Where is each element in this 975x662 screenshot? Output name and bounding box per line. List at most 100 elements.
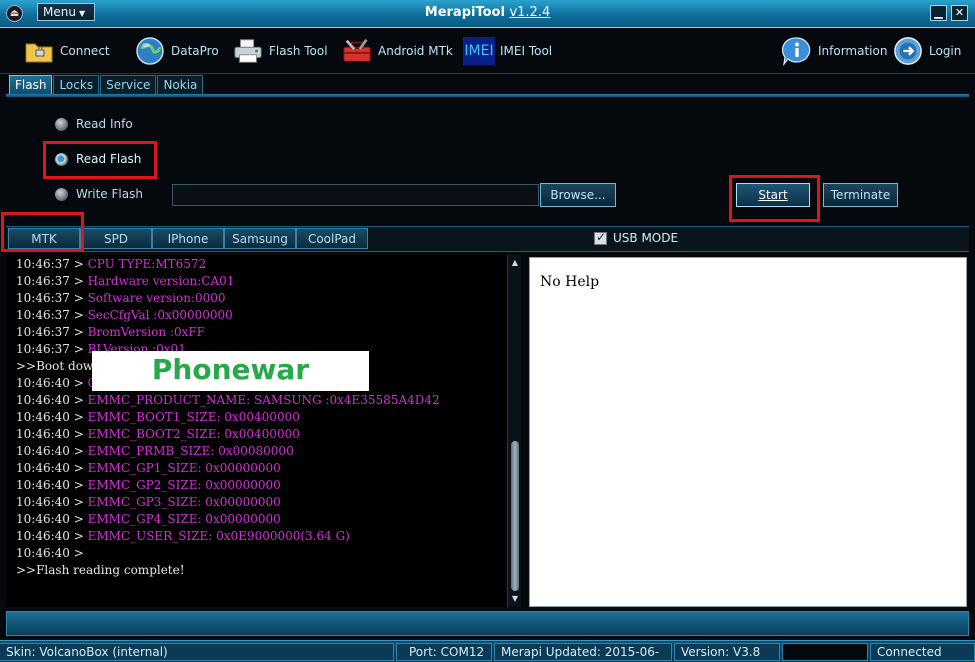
title-version[interactable]: v1.2.4 xyxy=(509,5,550,20)
status-skin: Skin: VolcanoBox (internal) xyxy=(0,643,394,661)
tab-flash[interactable]: Flash xyxy=(9,75,53,96)
platform-tab-spd[interactable]: SPD xyxy=(80,228,152,249)
scroll-up-icon[interactable]: ▲ xyxy=(508,257,522,269)
log-message: EMMC_GP4_SIZE: 0x00000000 xyxy=(87,512,281,526)
log-message: EMMC_GP3_SIZE: 0x00000000 xyxy=(87,495,281,509)
log-line: 10:46:37 > BromVersion :0xFF xyxy=(16,324,508,341)
mtk-highlight xyxy=(1,212,84,252)
log-line: 10:46:37 > CPU TYPE:MT6572 xyxy=(16,256,508,273)
usb-mode-label: USB MODE xyxy=(613,231,679,245)
terminate-button[interactable]: Terminate xyxy=(823,183,898,207)
information-button[interactable]: Information xyxy=(782,36,887,66)
status-bar: Skin: VolcanoBox (internal) Port: COM12 … xyxy=(0,640,975,662)
log-line: 10:46:40 > xyxy=(16,545,508,562)
imei-icon: IMEI xyxy=(463,37,495,65)
log-message: SecCfgVal :0x00000000 xyxy=(87,308,233,322)
log-timestamp: 10:46:40 > xyxy=(16,410,88,424)
status-updated: Merapi Updated: 2015-06-15 xyxy=(494,643,672,662)
usb-mode-checkbox[interactable]: USB MODE xyxy=(594,230,679,245)
status-port: Port: COM12 xyxy=(396,643,492,661)
title-bar: ⏏ Menu ▼ MerapiTool v1.2.4 ▁ ✕ xyxy=(0,0,975,28)
log-timestamp: 10:46:40 > xyxy=(16,478,88,492)
login-button[interactable]: Login xyxy=(893,36,961,66)
main-tab-bar: Flash Locks Service Nokia xyxy=(9,75,204,96)
connect-button[interactable]: Connect xyxy=(24,36,110,66)
tab-locks[interactable]: Locks xyxy=(53,75,100,95)
watermark-overlay: Phonewar xyxy=(92,351,369,391)
status-connection: Connected xyxy=(870,643,975,661)
browse-button[interactable]: Browse... xyxy=(540,183,616,207)
log-timestamp: 10:46:40 > xyxy=(16,393,88,407)
login-globe-icon xyxy=(893,37,923,65)
log-line: 10:46:37 > Software version:0000 xyxy=(16,290,508,307)
write-flash-label: Write Flash xyxy=(76,187,143,201)
tab-service[interactable]: Service xyxy=(100,75,157,95)
log-timestamp: 10:46:40 > xyxy=(16,529,88,543)
log-timestamp: 10:46:40 > xyxy=(16,461,88,475)
log-line: 10:46:40 > EMMC_PRMB_SIZE: 0x00080000 xyxy=(16,443,508,460)
write-flash-option[interactable]: Write Flash xyxy=(55,187,143,201)
log-timestamp: 10:46:37 > xyxy=(16,274,88,288)
log-timestamp: 10:46:40 > xyxy=(16,376,88,390)
datapro-label: DataPro xyxy=(171,44,219,58)
progress-strip xyxy=(6,611,969,636)
info-bubble-icon xyxy=(782,37,812,66)
log-message: EMMC_GP2_SIZE: 0x00000000 xyxy=(87,478,281,492)
log-line: 10:46:40 > EMMC_USER_SIZE: 0x0E9000000(3… xyxy=(16,528,508,545)
flash-tool-label: Flash Tool xyxy=(269,44,328,58)
log-timestamp: 10:46:37 > xyxy=(16,325,88,339)
log-timestamp: 10:46:37 > xyxy=(16,308,88,322)
scroll-down-icon[interactable]: ▼ xyxy=(508,593,522,605)
log-timestamp: 10:46:37 > xyxy=(16,342,88,356)
platform-tab-samsung[interactable]: Samsung xyxy=(224,228,296,249)
read-info-option[interactable]: Read Info xyxy=(55,117,133,131)
status-version: Version: V3.8 xyxy=(674,643,780,661)
main-toolbar: Connect DataPro Flash Tool Android MTk I… xyxy=(0,28,975,74)
printer-icon xyxy=(233,37,263,65)
close-button[interactable]: ✕ xyxy=(951,5,968,21)
log-message: EMMC_PRMB_SIZE: 0x00080000 xyxy=(87,444,294,458)
log-line: 10:46:40 > EMMC_GP2_SIZE: 0x00000000 xyxy=(16,477,508,494)
radio-write-flash[interactable] xyxy=(55,187,68,201)
status-spacer xyxy=(782,643,868,661)
toolbox-icon xyxy=(342,37,372,65)
log-line: 10:46:37 > SecCfgVal :0x00000000 xyxy=(16,307,508,324)
tab-nokia[interactable]: Nokia xyxy=(157,75,204,95)
log-line: >>Flash reading complete! xyxy=(16,562,508,579)
log-message: EMMC_GP1_SIZE: 0x00000000 xyxy=(87,461,281,475)
android-mtk-button[interactable]: Android MTk xyxy=(342,36,453,66)
log-line: 10:46:37 > Hardware version:CA01 xyxy=(16,273,508,290)
datapro-button[interactable]: DataPro xyxy=(135,36,219,66)
connect-label: Connect xyxy=(60,44,110,58)
log-timestamp: >>Flash reading complete! xyxy=(16,563,185,577)
log-line: 10:46:40 > EMMC_GP4_SIZE: 0x00000000 xyxy=(16,511,508,528)
read-info-label: Read Info xyxy=(76,117,133,131)
log-message: EMMC_USER_SIZE: 0x0E9000000(3.64 G) xyxy=(87,529,350,543)
log-timestamp: 10:46:40 > xyxy=(16,512,88,526)
log-message: CPU TYPE:MT6572 xyxy=(87,257,207,271)
log-line: 10:46:40 > EMMC_PRODUCT_NAME: SAMSUNG :0… xyxy=(16,392,508,409)
platform-tab-coolpad[interactable]: CoolPad xyxy=(296,228,368,249)
flash-file-path-input[interactable] xyxy=(172,184,539,206)
window-title: MerapiTool v1.2.4 xyxy=(0,5,975,20)
log-timestamp: 10:46:40 > xyxy=(16,444,88,458)
minimize-button[interactable]: ▁ xyxy=(930,5,947,21)
radio-read-info[interactable] xyxy=(55,117,68,131)
imei-tool-button[interactable]: IMEI IMEI Tool xyxy=(463,36,552,66)
log-message: EMMC_PRODUCT_NAME: SAMSUNG :0x4E35585A4D… xyxy=(87,393,440,407)
log-scrollbar[interactable]: ▲ ▼ xyxy=(507,255,521,607)
log-line: 10:46:40 > EMMC_GP3_SIZE: 0x00000000 xyxy=(16,494,508,511)
flash-tool-button[interactable]: Flash Tool xyxy=(233,36,328,66)
imei-tool-label: IMEI Tool xyxy=(500,44,553,58)
usb-mode-check[interactable] xyxy=(594,230,607,245)
help-panel: No Help xyxy=(529,257,967,607)
platform-tab-iphone[interactable]: IPhone xyxy=(152,228,224,249)
title-text: MerapiTool xyxy=(424,5,510,20)
log-timestamp: 10:46:37 > xyxy=(16,257,88,271)
android-mtk-label: Android MTk xyxy=(378,44,453,58)
log-line: 10:46:40 > EMMC_BOOT2_SIZE: 0x00400000 xyxy=(16,426,508,443)
scroll-thumb[interactable] xyxy=(511,441,519,591)
log-timestamp: 10:46:40 > xyxy=(16,495,88,509)
information-label: Information xyxy=(818,44,888,58)
log-timestamp: 10:46:40 > xyxy=(16,546,84,560)
